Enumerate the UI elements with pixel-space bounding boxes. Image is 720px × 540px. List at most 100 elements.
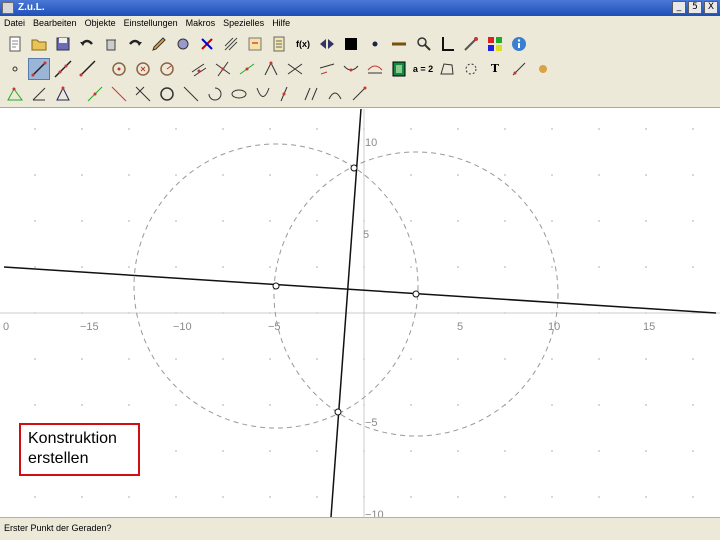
tangent-tool-icon[interactable] [180, 83, 202, 105]
grid-dot [692, 404, 694, 406]
angle-tool-icon[interactable] [260, 58, 282, 80]
line-1[interactable] [3, 266, 717, 314]
properties-icon[interactable] [172, 33, 194, 55]
instruction-line-2: erstellen [28, 450, 89, 467]
triangle-tool-icon[interactable] [4, 83, 26, 105]
expression-tool-icon[interactable] [364, 58, 386, 80]
circle2-tool-icon[interactable] [132, 58, 154, 80]
menu-objekte[interactable]: Objekte [81, 16, 120, 30]
grid-icon[interactable] [220, 33, 242, 55]
grid-dot [128, 358, 130, 360]
text-icon[interactable] [268, 33, 290, 55]
menu-einstellungen[interactable]: Einstellungen [120, 16, 182, 30]
polygon2-tool-icon[interactable] [52, 83, 74, 105]
open-file-icon[interactable] [28, 33, 50, 55]
close-button[interactable]: X [704, 1, 718, 14]
ellipse-tool-icon[interactable] [228, 83, 250, 105]
grid-dot [81, 174, 83, 176]
point-tool-icon[interactable] [4, 58, 26, 80]
line-tool-icon[interactable] [52, 58, 74, 80]
grid-dot [269, 266, 271, 268]
status-bar: Erster Punkt der Geraden? [0, 517, 720, 540]
point-c[interactable] [350, 164, 358, 172]
info-icon[interactable] [508, 33, 530, 55]
fill-icon[interactable] [340, 33, 362, 55]
x-tick-label: −15 [80, 321, 99, 333]
film-icon[interactable] [388, 58, 410, 80]
grid-dot [410, 220, 412, 222]
polygon-tool-icon[interactable] [436, 58, 458, 80]
maximize-button[interactable]: 5 [688, 1, 702, 14]
parallel-tool-icon[interactable] [188, 58, 210, 80]
hide-tool-icon[interactable] [340, 58, 362, 80]
coordinates-icon[interactable] [436, 33, 458, 55]
grid-dot [692, 220, 694, 222]
grid-dot [598, 450, 600, 452]
x-tick-label: −10 [173, 321, 192, 333]
new-file-icon[interactable] [4, 33, 26, 55]
locus-tool-icon[interactable] [276, 83, 298, 105]
point-a[interactable] [272, 282, 280, 290]
grid-dot [175, 220, 177, 222]
redo-icon[interactable] [124, 33, 146, 55]
grid-dot [316, 220, 318, 222]
move-tool-icon[interactable] [316, 58, 338, 80]
animate-icon[interactable] [316, 33, 338, 55]
function-tool-icon[interactable] [508, 58, 530, 80]
line-style-icon[interactable] [388, 33, 410, 55]
menu-datei[interactable]: Datei [0, 16, 29, 30]
perpendicular-tool-icon[interactable] [212, 58, 234, 80]
variable-tool-button[interactable]: a = 2 [412, 58, 434, 80]
transform-tool-icon[interactable] [300, 83, 322, 105]
circle-tool-icon[interactable] [108, 58, 130, 80]
save-file-icon[interactable] [52, 33, 74, 55]
segment-tool-icon[interactable] [28, 58, 50, 80]
grid-dot [692, 358, 694, 360]
menu-hilfe[interactable]: Hilfe [268, 16, 294, 30]
ray-tool-icon[interactable] [76, 58, 98, 80]
angle2-tool-icon[interactable] [28, 83, 50, 105]
window-title: Z.u.L. [18, 2, 45, 13]
grid-dot [34, 266, 36, 268]
undo-icon[interactable] [76, 33, 98, 55]
colors-icon[interactable] [484, 33, 506, 55]
point-icon[interactable] [364, 33, 386, 55]
grid-dot [128, 128, 130, 130]
bisector-tool-icon[interactable] [84, 83, 106, 105]
sector-tool-icon[interactable] [204, 83, 226, 105]
settings-icon[interactable] [460, 33, 482, 55]
grid-dot [34, 358, 36, 360]
menu-bearbeiten[interactable]: Bearbeiten [29, 16, 81, 30]
locus2-tool-icon[interactable] [324, 83, 346, 105]
grid-dot [551, 266, 553, 268]
text-tool-button[interactable]: T [484, 58, 506, 80]
intersect-tool-icon[interactable] [284, 58, 306, 80]
point-d[interactable] [334, 408, 342, 416]
edit-icon[interactable] [148, 33, 170, 55]
grid-dot [222, 404, 224, 406]
compass-tool-icon[interactable] [156, 58, 178, 80]
menu-spezielles[interactable]: Spezielles [219, 16, 268, 30]
vector-tool-icon[interactable] [348, 83, 370, 105]
grid-dot [269, 220, 271, 222]
rotate-tool-icon[interactable] [132, 83, 154, 105]
arc-tool-icon[interactable] [460, 58, 482, 80]
grid-dot [598, 404, 600, 406]
delete-icon[interactable] [100, 33, 122, 55]
point-b[interactable] [412, 290, 420, 298]
grid-dot [81, 128, 83, 130]
macro-icon[interactable] [244, 33, 266, 55]
parabola-tool-icon[interactable] [252, 83, 274, 105]
reflect-tool-icon[interactable] [108, 83, 130, 105]
grid-dot [128, 266, 130, 268]
midpoint-tool-icon[interactable] [236, 58, 258, 80]
grid-dot [269, 358, 271, 360]
zoom-icon[interactable] [412, 33, 434, 55]
track-tool-icon[interactable] [532, 58, 554, 80]
grid-dot [316, 128, 318, 130]
minimize-button[interactable]: _ [672, 1, 686, 14]
circle3-tool-icon[interactable] [156, 83, 178, 105]
color-icon[interactable] [196, 33, 218, 55]
function-expression-button[interactable]: f(x) [292, 33, 314, 55]
menu-makros[interactable]: Makros [182, 16, 220, 30]
